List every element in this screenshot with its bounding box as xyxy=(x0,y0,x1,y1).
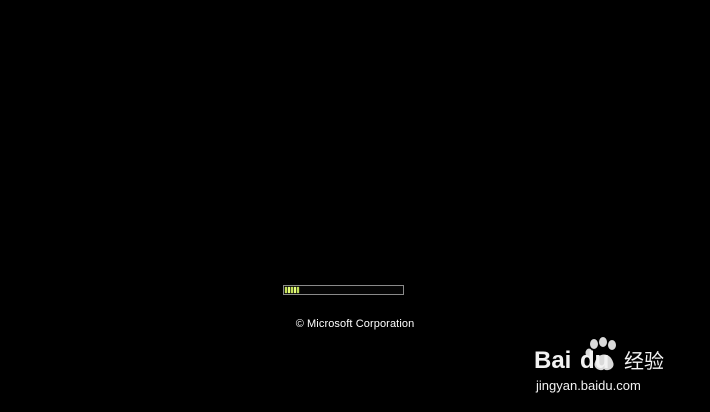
svg-text:经验: 经验 xyxy=(624,349,664,373)
progress-segment xyxy=(291,287,293,293)
progress-segment xyxy=(294,287,296,293)
progress-segment xyxy=(288,287,290,293)
progress-segment xyxy=(297,287,299,293)
svg-text:du: du xyxy=(580,347,609,374)
boot-screen: © Microsoft Corporation Bai du 经验 jingya… xyxy=(0,0,710,412)
baidu-jingyan-watermark: Bai du 经验 jingyan.baidu.com xyxy=(534,337,664,393)
boot-progress-bar xyxy=(283,285,404,295)
svg-text:jingyan.baidu.com: jingyan.baidu.com xyxy=(535,378,641,393)
progress-segment xyxy=(285,287,287,293)
svg-text:Bai: Bai xyxy=(534,347,571,374)
copyright-text: © Microsoft Corporation xyxy=(295,318,415,330)
progress-indicator xyxy=(284,287,299,293)
